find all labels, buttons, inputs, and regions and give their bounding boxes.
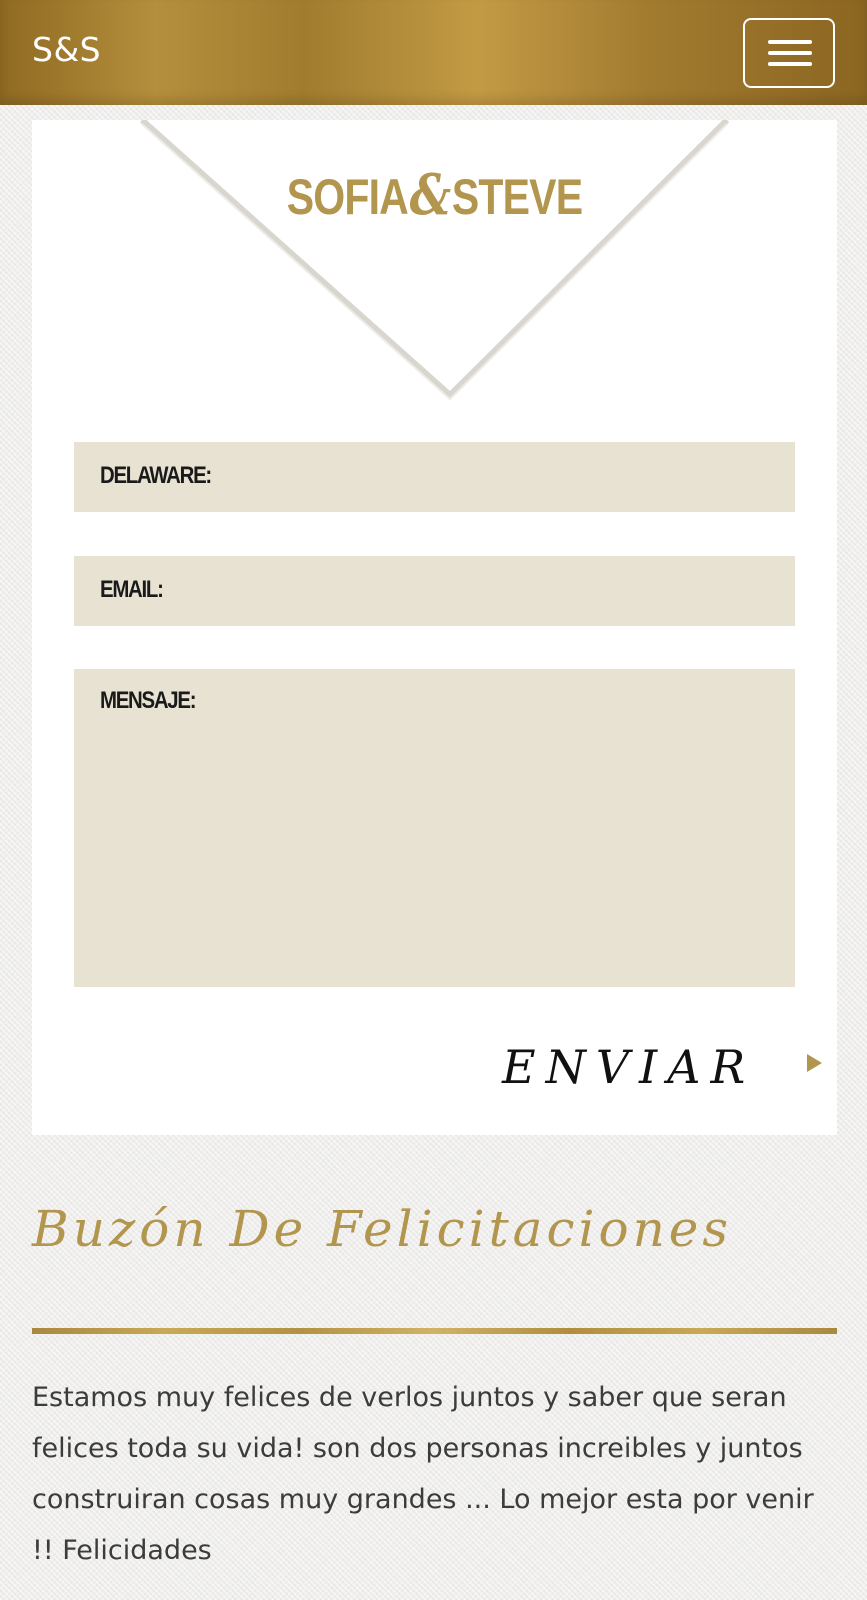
section-title: Buzón De Felicitaciones — [32, 1200, 733, 1258]
message-field-label: MENSAJE: — [100, 687, 197, 714]
hamburger-menu-icon-bar — [768, 62, 812, 66]
contact-form-card: SOFIA&STEVE DELAWARE: EMAIL: MENSAJE: EN… — [32, 120, 837, 1135]
submit-button-label: ENVIAR — [502, 1040, 756, 1094]
email-field-label: EMAIL: — [100, 576, 164, 603]
gold-divider — [32, 1328, 837, 1334]
hamburger-menu-icon-bar — [768, 51, 812, 55]
logo-name-right: STEVE — [451, 169, 583, 225]
top-navbar: S&S — [0, 0, 867, 105]
logo-ampersand: & — [409, 162, 451, 228]
submit-button[interactable]: ENVIAR — [502, 1040, 822, 1100]
hamburger-menu-button[interactable] — [743, 18, 835, 88]
message-textarea[interactable]: MENSAJE: — [74, 669, 795, 987]
email-field[interactable]: EMAIL: — [74, 556, 795, 626]
brand-logo[interactable]: S&S — [32, 30, 101, 69]
congratulation-message: Estamos muy felices de verlos juntos y s… — [32, 1382, 814, 1566]
play-arrow-icon — [807, 1054, 822, 1072]
name-field-label: DELAWARE: — [100, 462, 212, 489]
name-field[interactable]: DELAWARE: — [74, 442, 795, 512]
hamburger-menu-icon — [768, 40, 812, 44]
couple-logo: SOFIA&STEVE — [104, 162, 764, 228]
logo-name-left: SOFIA — [286, 169, 409, 225]
